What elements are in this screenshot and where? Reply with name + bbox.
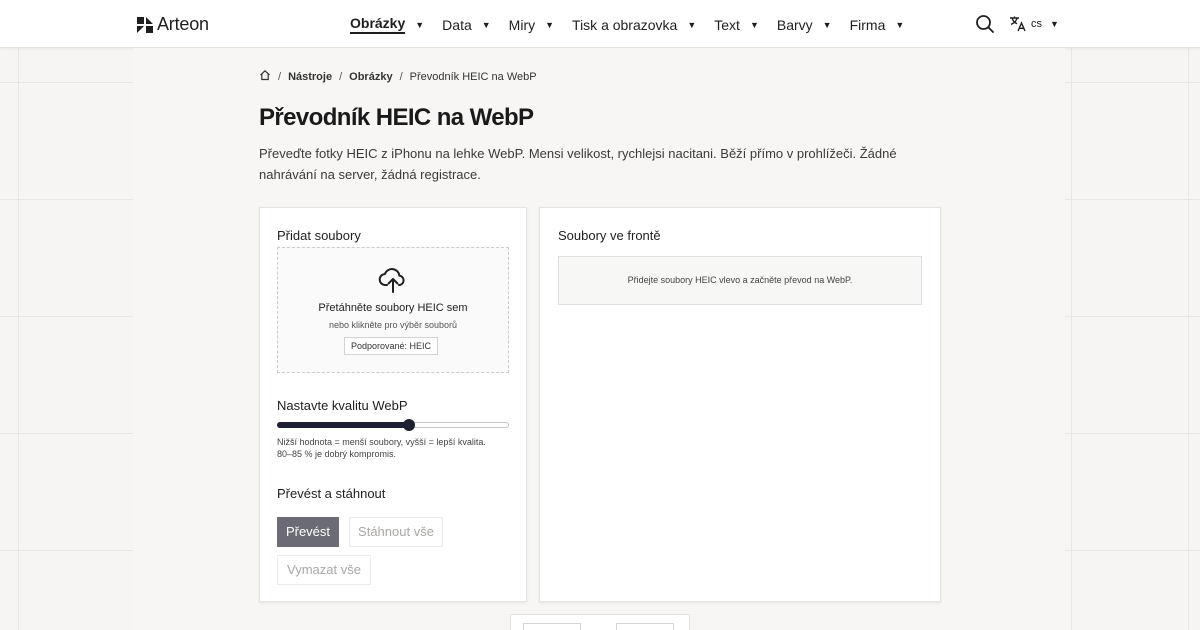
nav-item-miry[interactable]: Miry ▼ bbox=[509, 15, 554, 34]
nav-item-tisk[interactable]: Tisk a obrazovka ▼ bbox=[572, 15, 696, 34]
nav-label: Firma bbox=[849, 16, 886, 33]
search-icon bbox=[976, 15, 994, 33]
caret-down-icon: ▼ bbox=[749, 19, 759, 30]
dropzone-title: Přetáhněte soubory HEIC sem bbox=[318, 302, 468, 314]
nav-item-barvy[interactable]: Barvy ▼ bbox=[777, 15, 832, 34]
bottom-control[interactable] bbox=[523, 623, 581, 630]
empty-queue-message: Přidejte soubory HEIC vlevo a začněte př… bbox=[558, 256, 922, 305]
nav-label: Text bbox=[714, 16, 740, 33]
bottom-toolbar bbox=[510, 614, 690, 630]
nav-label: Tisk a obrazovka bbox=[572, 16, 678, 33]
nav-item-obrazky[interactable]: Obrázky ▼ bbox=[350, 15, 424, 34]
cloud-upload-icon bbox=[378, 268, 405, 293]
logo-text: Arteon bbox=[157, 14, 209, 34]
upload-card: Přidat soubory Přetáhněte soubory HEIC s… bbox=[259, 207, 527, 602]
caret-down-icon: ▼ bbox=[687, 19, 697, 30]
top-header: Arteon Obrázky ▼ Data ▼ Miry ▼ Tisk a ob… bbox=[0, 0, 1200, 48]
breadcrumb: / Nástroje / Obrázky / Převodník HEIC na… bbox=[259, 69, 537, 84]
caret-down-icon: ▼ bbox=[895, 19, 905, 30]
queue-section-title: Soubory ve frontě bbox=[558, 228, 661, 243]
translate-icon bbox=[1010, 16, 1026, 32]
language-switcher[interactable]: cs ▼ bbox=[1009, 15, 1059, 33]
nav-label: Obrázky bbox=[350, 15, 406, 34]
bottom-control[interactable] bbox=[616, 623, 674, 630]
nav-label: Data bbox=[442, 16, 472, 33]
convert-button[interactable]: Převést bbox=[277, 517, 339, 547]
caret-down-icon: ▼ bbox=[415, 19, 425, 30]
language-code: cs bbox=[1031, 18, 1042, 30]
main-panel: / Nástroje / Obrázky / Převodník HEIC na… bbox=[133, 48, 1065, 630]
nav-label: Barvy bbox=[776, 16, 813, 33]
caret-down-icon: ▼ bbox=[545, 19, 555, 30]
caret-down-icon: ▼ bbox=[822, 19, 832, 30]
nav-item-firma[interactable]: Firma ▼ bbox=[850, 15, 905, 34]
queue-card: Soubory ve frontě Přidejte soubory HEIC … bbox=[539, 207, 941, 602]
download-all-button[interactable]: Stáhnout vše bbox=[349, 517, 443, 547]
actions-section-title: Převést a stáhnout bbox=[277, 486, 386, 501]
caret-down-icon: ▼ bbox=[481, 19, 491, 30]
caret-down-icon: ▼ bbox=[1050, 19, 1059, 29]
nav-item-text[interactable]: Text ▼ bbox=[714, 15, 759, 34]
slider-fill bbox=[277, 422, 409, 428]
breadcrumb-separator: / bbox=[399, 70, 403, 83]
breadcrumb-link-obrazky[interactable]: Obrázky bbox=[349, 71, 392, 83]
breadcrumb-separator: / bbox=[278, 70, 282, 83]
page-description: Převeďte fotky HEIC z iPhonu na lehke We… bbox=[259, 146, 897, 182]
quality-hint: Nižší hodnota = menší soubory, vyšší = l… bbox=[277, 436, 517, 460]
supported-formats-badge: Podporované: HEIC bbox=[344, 337, 439, 355]
breadcrumb-link-nastroje[interactable]: Nástroje bbox=[288, 71, 332, 83]
quality-slider[interactable] bbox=[277, 419, 509, 431]
nav-item-data[interactable]: Data ▼ bbox=[442, 15, 491, 34]
breadcrumb-separator: / bbox=[339, 70, 343, 83]
page-title: Převodník HEIC na WebP bbox=[259, 104, 534, 131]
search-button[interactable] bbox=[975, 14, 995, 34]
quality-section-title: Nastavte kvalitu WebP bbox=[277, 398, 408, 413]
file-dropzone[interactable]: Přetáhněte soubory HEIC sem nebo kliknět… bbox=[277, 247, 509, 373]
breadcrumb-current: Převodník HEIC na WebP bbox=[409, 70, 537, 83]
slider-thumb[interactable] bbox=[403, 419, 415, 431]
logo[interactable]: Arteon bbox=[137, 14, 209, 35]
nav-label: Miry bbox=[508, 16, 536, 33]
dropzone-browse-hint: nebo klikněte pro výběr souborů bbox=[328, 320, 458, 330]
logo-icon bbox=[137, 16, 153, 33]
clear-all-button[interactable]: Vymazat vše bbox=[277, 555, 371, 585]
main-nav: Obrázky ▼ Data ▼ Miry ▼ Tisk a obrazovka… bbox=[350, 15, 922, 34]
quality-hint-line: 80–85 % je dobrý kompromis. bbox=[277, 449, 397, 459]
upload-section-title: Přidat soubory bbox=[277, 228, 361, 243]
home-icon[interactable] bbox=[259, 69, 271, 84]
quality-hint-line: Nižší hodnota = menší soubory, vyšší = l… bbox=[277, 437, 486, 447]
